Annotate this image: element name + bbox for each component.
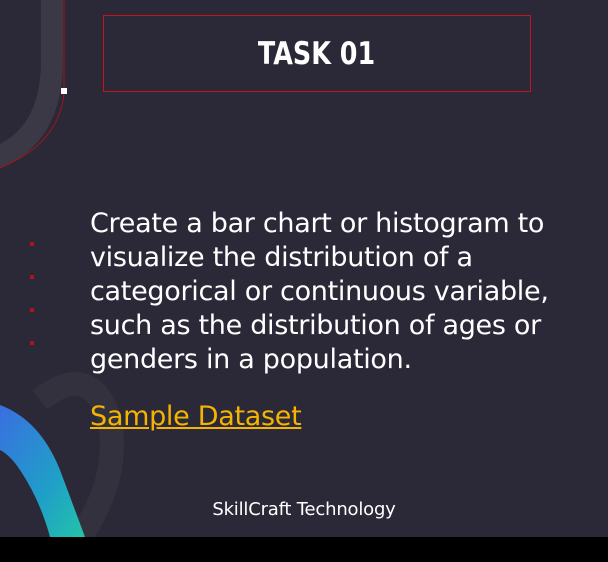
decorative-marker: [61, 88, 67, 94]
bullet-dot-icon: [30, 308, 34, 312]
bullet-dot-icon: [30, 275, 34, 279]
page-title: TASK 01: [258, 35, 376, 72]
slide: TASK 01 Create a bar chart or histogram …: [0, 0, 608, 537]
bullet-dot-icon: [30, 242, 34, 246]
footer-company-name: SkillCraft Technology: [212, 499, 396, 520]
sample-dataset-link[interactable]: Sample Dataset: [90, 400, 302, 434]
title-box: TASK 01: [103, 15, 531, 92]
bottom-bar: [0, 537, 608, 562]
task-description: Create a bar chart or histogram to visua…: [90, 208, 549, 375]
decorative-arc-icon: [0, 0, 63, 168]
bullet-dot-icon: [30, 341, 34, 345]
